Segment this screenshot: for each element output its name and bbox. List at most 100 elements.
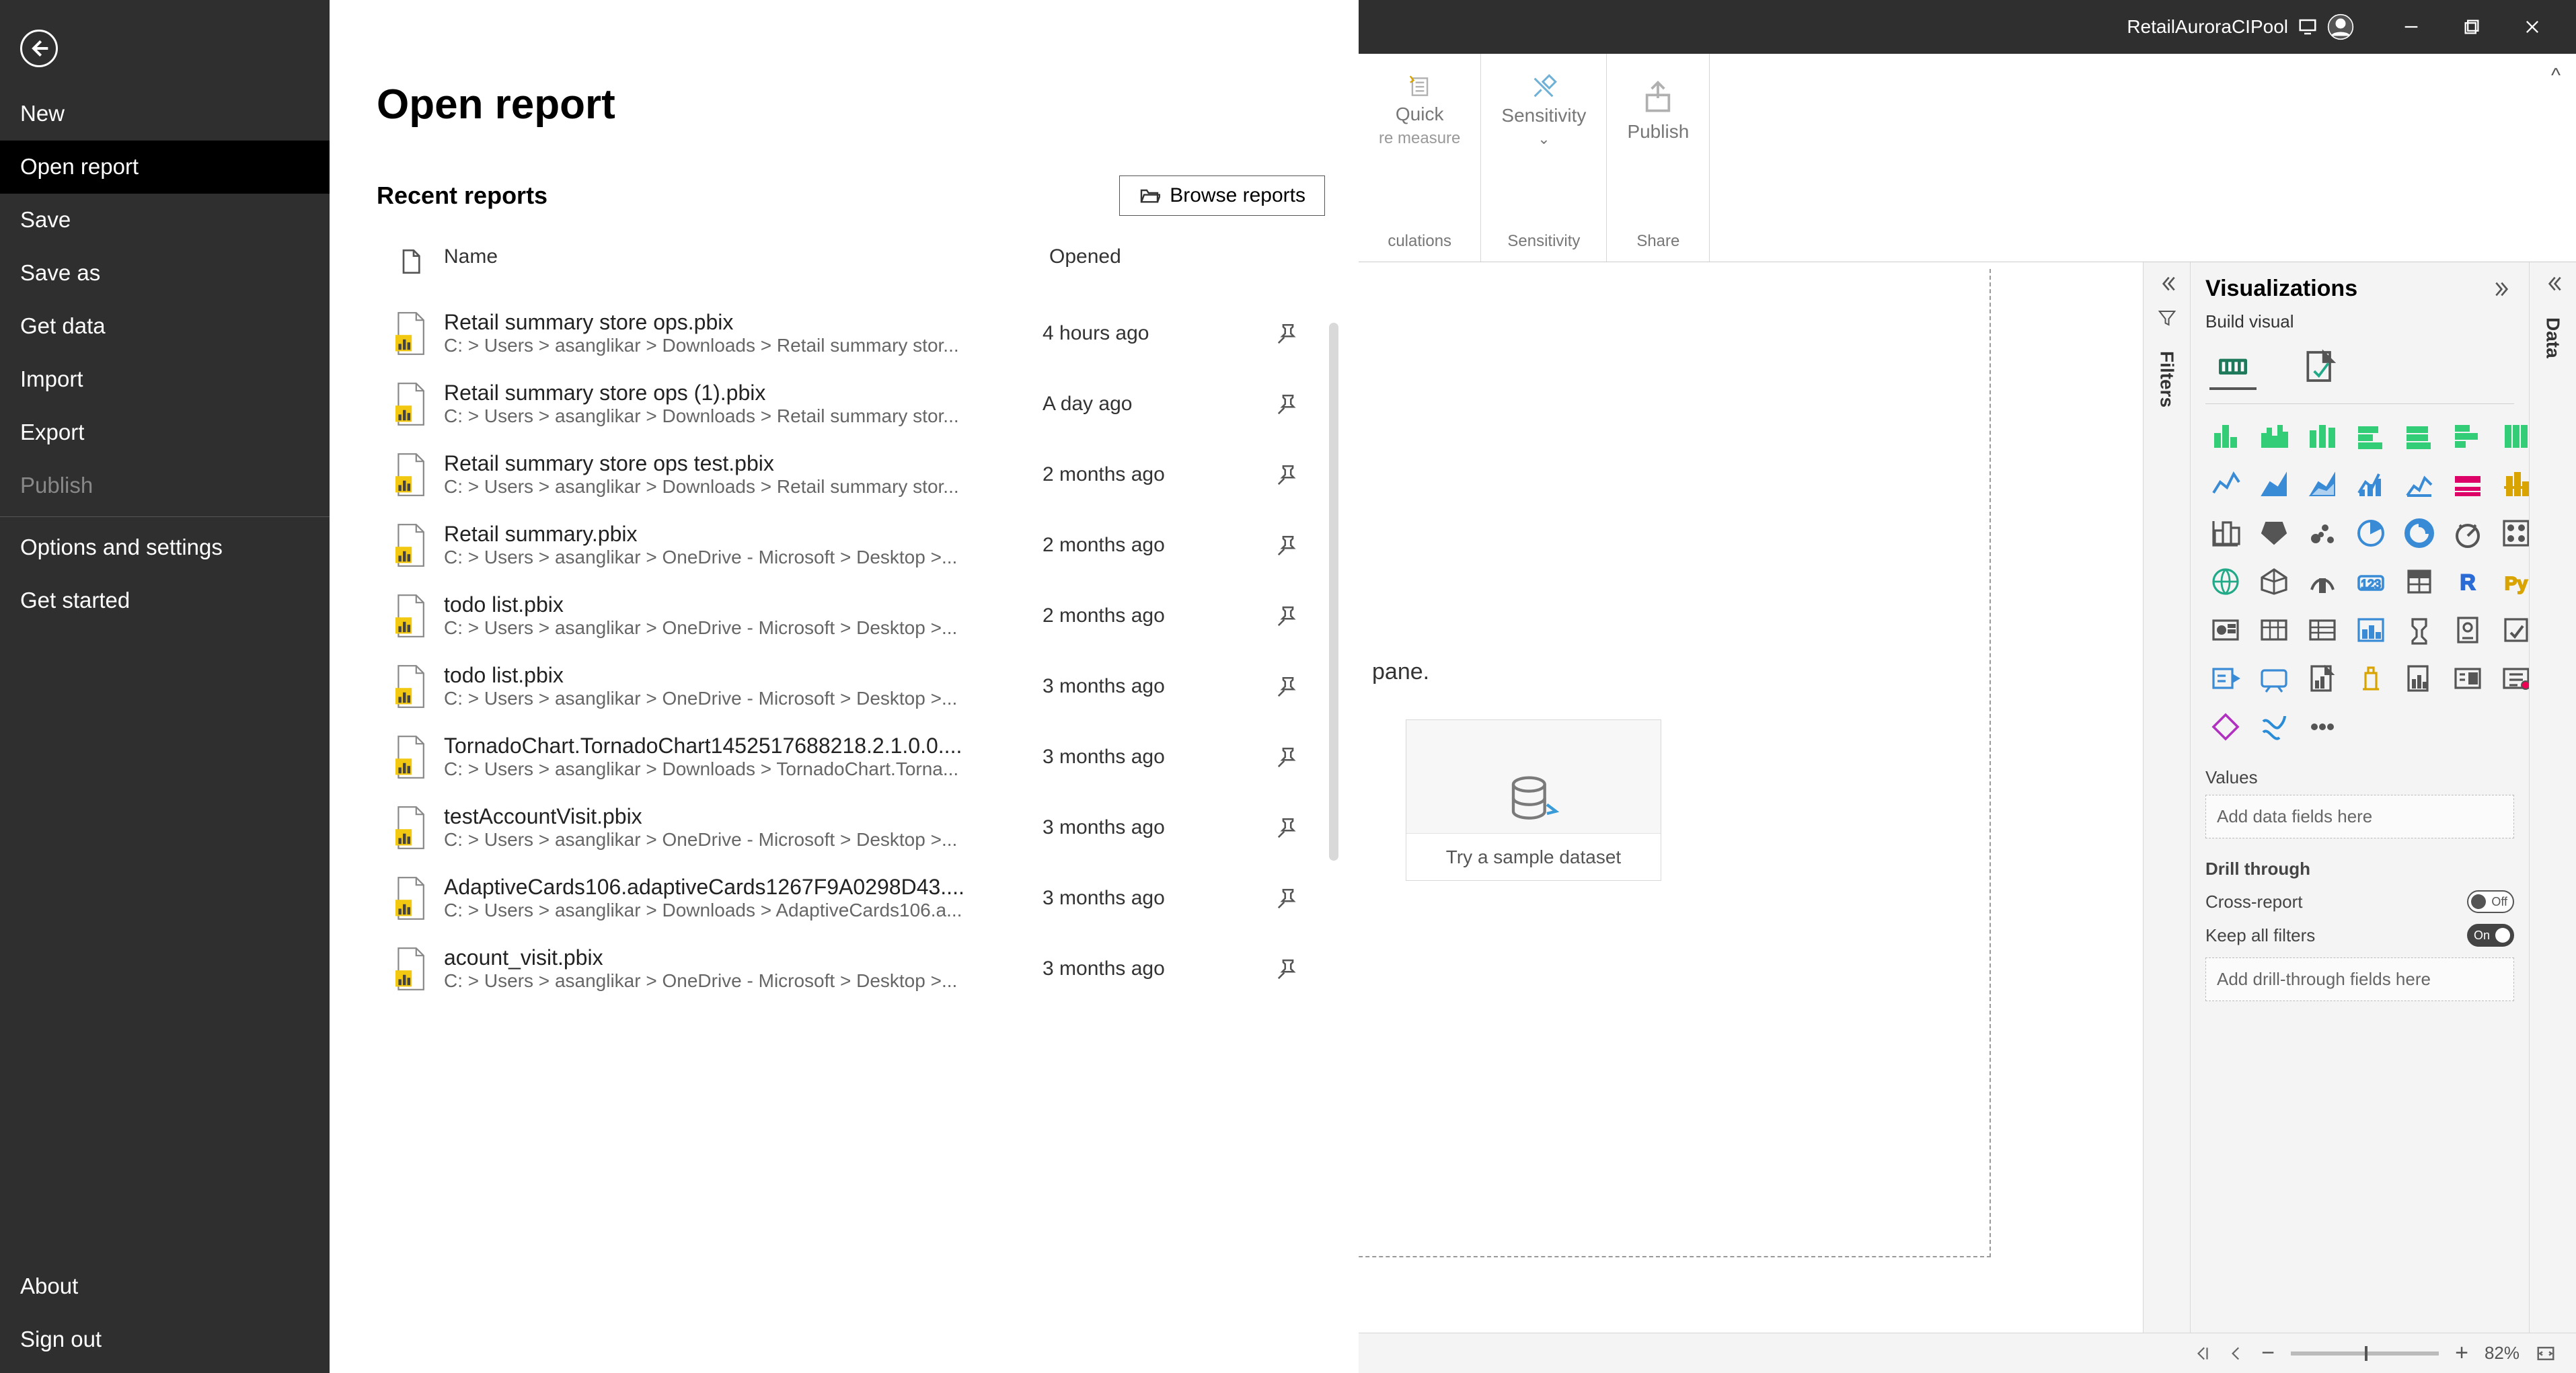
column-name-label[interactable]: Name (444, 245, 1049, 278)
viz-type-button[interactable] (2351, 465, 2391, 505)
viz-type-button[interactable] (2205, 561, 2246, 602)
browse-reports-button[interactable]: Browse reports (1119, 175, 1325, 216)
viz-type-button[interactable] (2254, 561, 2294, 602)
recent-report-row[interactable]: Retail summary store ops test.pbix C: > … (377, 439, 1318, 510)
pin-icon[interactable] (1277, 816, 1299, 839)
backstage-new[interactable]: New (0, 87, 330, 141)
viz-type-button[interactable] (2205, 416, 2246, 457)
backstage-getdata[interactable]: Get data (0, 300, 330, 353)
viz-type-button[interactable] (2205, 465, 2246, 505)
backstage-about[interactable]: About (0, 1260, 330, 1313)
backstage-export[interactable]: Export (0, 406, 330, 459)
viz-type-button[interactable] (2302, 513, 2343, 553)
user-avatar-icon[interactable] (2327, 13, 2354, 40)
pin-icon[interactable] (1277, 604, 1299, 627)
window-minimize-button[interactable] (2381, 0, 2441, 54)
viz-type-button[interactable] (2399, 561, 2439, 602)
pin-icon[interactable] (1277, 534, 1299, 557)
pin-icon[interactable] (1277, 393, 1299, 416)
viz-type-button[interactable] (2351, 513, 2391, 553)
backstage-open[interactable]: Open report (0, 141, 330, 194)
viz-type-button[interactable] (2399, 610, 2439, 650)
recent-report-row[interactable]: AdaptiveCards106.adaptiveCards1267F9A029… (377, 863, 1318, 933)
recent-report-row[interactable]: Retail summary.pbix C: > Users > asangli… (377, 510, 1318, 580)
viz-type-button[interactable] (2302, 561, 2343, 602)
pin-icon[interactable] (1277, 957, 1299, 980)
page-nav-first-icon[interactable] (2194, 1345, 2211, 1362)
viz-type-button[interactable] (2254, 610, 2294, 650)
pin-icon[interactable] (1277, 746, 1299, 769)
pin-report-button[interactable] (1258, 463, 1318, 486)
viz-type-button[interactable]: 123 (2351, 561, 2391, 602)
pin-report-button[interactable] (1258, 534, 1318, 557)
sensitivity-button[interactable]: Sensitivity ⌄ (1501, 74, 1586, 148)
backstage-signout[interactable]: Sign out (0, 1313, 330, 1366)
quick-measure-button[interactable]: Quick re measure (1379, 74, 1460, 148)
viz-type-button[interactable] (2205, 658, 2246, 699)
backstage-saveas[interactable]: Save as (0, 247, 330, 300)
viz-type-button[interactable] (2254, 513, 2294, 553)
backstage-started[interactable]: Get started (0, 574, 330, 627)
recent-report-row[interactable]: todo list.pbix C: > Users > asanglikar >… (377, 651, 1318, 721)
fit-to-page-icon[interactable] (2536, 1343, 2556, 1364)
viz-type-button[interactable] (2448, 416, 2488, 457)
viz-type-button[interactable] (2351, 610, 2391, 650)
drill-through-field-well[interactable]: Add drill-through fields here (2205, 957, 2514, 1001)
viz-type-button[interactable] (2205, 707, 2246, 747)
pin-report-button[interactable] (1258, 957, 1318, 980)
recent-list-scrollbar[interactable] (1329, 323, 1338, 861)
viz-type-button[interactable] (2254, 707, 2294, 747)
recent-report-row[interactable]: testAccountVisit.pbix C: > Users > asang… (377, 792, 1318, 863)
page-nav-prev-icon[interactable] (2228, 1345, 2245, 1362)
recent-report-row[interactable]: acount_visit.pbix C: > Users > asanglika… (377, 933, 1318, 1004)
viz-type-button[interactable] (2302, 658, 2343, 699)
backstage-save[interactable]: Save (0, 194, 330, 247)
recent-report-row[interactable]: Retail summary store ops.pbix C: > Users… (377, 298, 1318, 368)
recent-report-row[interactable]: Retail summary store ops (1).pbix C: > U… (377, 368, 1318, 439)
viz-type-button[interactable] (2302, 610, 2343, 650)
pin-report-button[interactable] (1258, 675, 1318, 698)
viz-type-button[interactable] (2448, 658, 2488, 699)
recent-report-row[interactable]: TornadoChart.TornadoChart1452517688218.2… (377, 721, 1318, 792)
pin-report-button[interactable] (1258, 746, 1318, 769)
pin-icon[interactable] (1277, 463, 1299, 486)
viz-type-button[interactable] (2399, 416, 2439, 457)
viz-type-button[interactable] (2399, 658, 2439, 699)
try-sample-dataset-card[interactable]: Try a sample dataset (1406, 719, 1661, 881)
pin-report-button[interactable] (1258, 816, 1318, 839)
ribbon-collapse-button[interactable]: ^ (2536, 54, 2576, 87)
pin-icon[interactable] (1277, 675, 1299, 698)
viz-type-button[interactable] (2205, 513, 2246, 553)
backstage-options[interactable]: Options and settings (0, 516, 330, 574)
cross-report-toggle[interactable]: Off (2467, 890, 2514, 913)
window-close-button[interactable] (2502, 0, 2563, 54)
pin-report-button[interactable] (1258, 393, 1318, 416)
viz-type-button[interactable]: R (2448, 561, 2488, 602)
viz-type-button[interactable] (2302, 707, 2343, 747)
viz-type-button[interactable] (2254, 416, 2294, 457)
back-button[interactable] (20, 30, 58, 67)
build-visual-tab[interactable] (2209, 343, 2257, 390)
viz-type-button[interactable] (2399, 465, 2439, 505)
viz-type-button[interactable] (2254, 658, 2294, 699)
viz-type-button[interactable] (2399, 513, 2439, 553)
format-visual-tab[interactable] (2297, 343, 2344, 390)
data-pane-collapsed[interactable]: Data (2529, 262, 2576, 1333)
pin-icon[interactable] (1277, 887, 1299, 910)
pin-icon[interactable] (1277, 322, 1299, 345)
zoom-out-button[interactable]: − (2261, 1340, 2275, 1366)
viz-type-button[interactable] (2448, 513, 2488, 553)
filters-pane-collapsed[interactable]: Filters (2143, 262, 2190, 1333)
values-field-well[interactable]: Add data fields here (2205, 795, 2514, 838)
viz-type-button[interactable] (2254, 465, 2294, 505)
backstage-import[interactable]: Import (0, 353, 330, 406)
viz-type-button[interactable] (2351, 658, 2391, 699)
publish-button[interactable]: Publish (1627, 74, 1689, 148)
keep-all-filters-toggle[interactable]: On (2467, 924, 2514, 947)
pin-report-button[interactable] (1258, 322, 1318, 345)
viz-type-button[interactable] (2205, 610, 2246, 650)
zoom-in-button[interactable]: + (2455, 1340, 2468, 1366)
column-opened-label[interactable]: Opened (1049, 245, 1264, 278)
collapse-right-icon[interactable] (2493, 278, 2514, 300)
recent-report-row[interactable]: todo list.pbix C: > Users > asanglikar >… (377, 580, 1318, 651)
